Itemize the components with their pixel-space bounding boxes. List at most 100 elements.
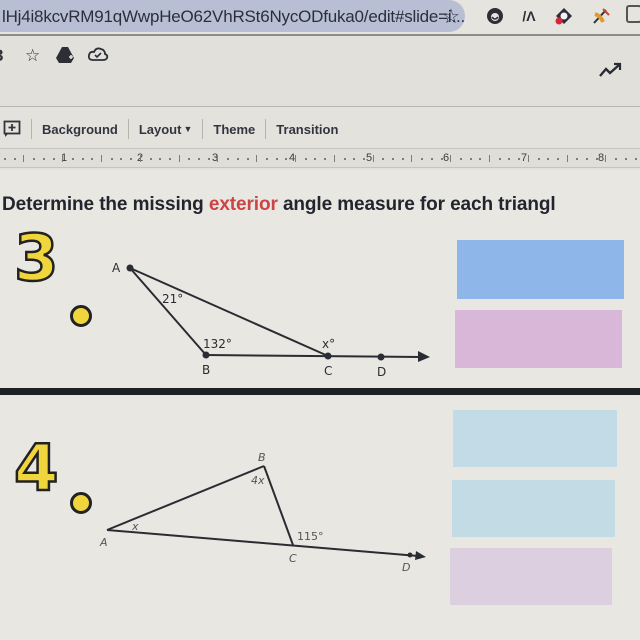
ruler-tick: [508, 158, 511, 160]
ruler-tick: [246, 158, 249, 160]
ruler-tick: [595, 158, 598, 160]
ruler-tick: [52, 158, 55, 160]
label-d: D: [402, 561, 410, 574]
ruler-tick: [159, 158, 162, 160]
label-c: C: [289, 552, 297, 565]
angle-b-label: 4x: [251, 474, 265, 487]
segment-ab: [129, 267, 207, 356]
ruler-tick: [469, 158, 472, 160]
mask-extension-icon[interactable]: [484, 5, 506, 27]
ruler-tick: [343, 158, 346, 160]
extensions-panel-icon[interactable]: [626, 5, 640, 23]
ruler-tick: [547, 158, 550, 160]
label-b: B: [258, 451, 266, 464]
ruler-tick: [265, 158, 268, 160]
slide-canvas[interactable]: Determine the missing exterior angle mea…: [0, 170, 640, 640]
ray-bd: [205, 354, 421, 358]
angle-a-label: x: [131, 520, 139, 533]
ruler-tick: [295, 155, 296, 162]
ruler-tick: [605, 155, 607, 162]
doc-header: 3 ☆ ols Pear Deck Add-ons Help Last edit…: [0, 36, 640, 136]
ruler-tick: [333, 155, 335, 162]
toolbar-separator: [127, 119, 129, 139]
ruler-tick: [576, 158, 579, 160]
ruler-tick: [42, 158, 45, 160]
ruler-tick: [479, 158, 482, 160]
ruler-tick: [498, 158, 501, 160]
answer-box[interactable]: [453, 410, 617, 467]
ruler-number: 5: [366, 152, 373, 164]
ruler-tick: [624, 158, 627, 160]
ruler-tick: [81, 158, 84, 160]
ruler-tick: [110, 158, 113, 160]
ruler-tick: [450, 155, 452, 162]
angle-c-label: 115°: [297, 530, 324, 543]
ruler-tick: [634, 158, 637, 160]
ruler-tick: [71, 158, 74, 160]
ruler-tick: [168, 158, 171, 160]
toolbar-separator: [31, 119, 32, 139]
angle-c-label: x°: [322, 337, 335, 351]
browser-toolbar: lHj4i8kcvRM91qWwpHeO62VhRSt6NycODfuka0/e…: [0, 0, 640, 34]
angle-a-label: 21°: [162, 292, 183, 306]
ruler-tick: [149, 158, 152, 160]
ruler-tick: [33, 158, 36, 160]
horizontal-ruler[interactable]: 1 2 3 4 5 6 7 8: [0, 148, 640, 168]
ruler-tick: [527, 155, 529, 162]
ray-ad: [106, 529, 419, 557]
point-a: [126, 264, 134, 272]
cloud-saved-icon[interactable]: [87, 46, 109, 67]
address-bar[interactable]: lHj4i8kcvRM91qWwpHeO62VhRSt6NycODfuka0/e…: [0, 0, 465, 32]
star-icon[interactable]: ☆: [25, 46, 40, 66]
caret-down-icon: ▼: [183, 124, 193, 134]
angle-b-label: 132°: [203, 337, 232, 351]
answer-box[interactable]: [455, 310, 622, 368]
slash-a-extension-icon[interactable]: /Λ: [518, 5, 540, 27]
segment-ab: [106, 465, 265, 531]
triangle-diagram-3: A B C D 21° 132° x°: [112, 261, 430, 379]
ruler-tick: [615, 158, 618, 160]
layout-button[interactable]: Layout ▼: [139, 122, 193, 137]
url-text[interactable]: lHj4i8kcvRM91qWwpHeO62VhRSt6NycODfuka0/e…: [2, 7, 465, 27]
ruler-tick: [62, 155, 64, 162]
ruler-tick: [217, 155, 219, 162]
ruler-tick: [178, 155, 180, 162]
ruler-number: 7: [521, 152, 528, 164]
ruler-number: 8: [598, 152, 605, 164]
instruction-suffix: angle measure for each triangl: [277, 194, 556, 215]
ruler-tick: [198, 158, 200, 160]
theme-button[interactable]: Theme: [213, 122, 255, 137]
answer-box[interactable]: [452, 480, 615, 537]
ruler-tick: [227, 158, 230, 160]
title-fragment: 3: [0, 46, 3, 66]
ruler-tick: [362, 158, 365, 160]
ruler-tick: [304, 158, 307, 160]
point-d: [407, 552, 413, 558]
ruler-tick: [314, 158, 317, 160]
ruler-tick: [4, 158, 6, 160]
layout-label: Layout: [138, 121, 182, 137]
background-button[interactable]: Background: [42, 122, 118, 137]
answer-box[interactable]: [450, 548, 612, 605]
answer-box[interactable]: [457, 240, 624, 299]
ray-arrowhead: [415, 551, 426, 560]
ruler-tick: [556, 158, 559, 160]
transition-button[interactable]: Transition: [276, 122, 338, 137]
ruler-tick: [353, 158, 356, 160]
slides-toolbar: Background Layout ▼ Theme Transition: [0, 110, 640, 148]
ruler-tick: [586, 158, 588, 160]
instruction-text: Determine the missing exterior angle mea…: [2, 194, 556, 216]
ruler-tick: [236, 158, 239, 160]
bookmark-star-icon[interactable]: ☆: [442, 4, 460, 29]
ruler-tick: [421, 158, 424, 160]
label-b: B: [202, 363, 210, 377]
pencil-strike-extension-icon[interactable]: [590, 5, 612, 27]
ruler-tick: [537, 158, 540, 160]
ruler-tick: [566, 155, 568, 162]
red-badge-extension-icon[interactable]: [553, 5, 575, 27]
label-d: D: [377, 365, 386, 379]
add-comment-icon[interactable]: [3, 120, 21, 138]
ruler-tick: [430, 158, 433, 160]
trend-line-icon[interactable]: [598, 62, 622, 78]
move-to-drive-icon[interactable]: [55, 46, 75, 69]
